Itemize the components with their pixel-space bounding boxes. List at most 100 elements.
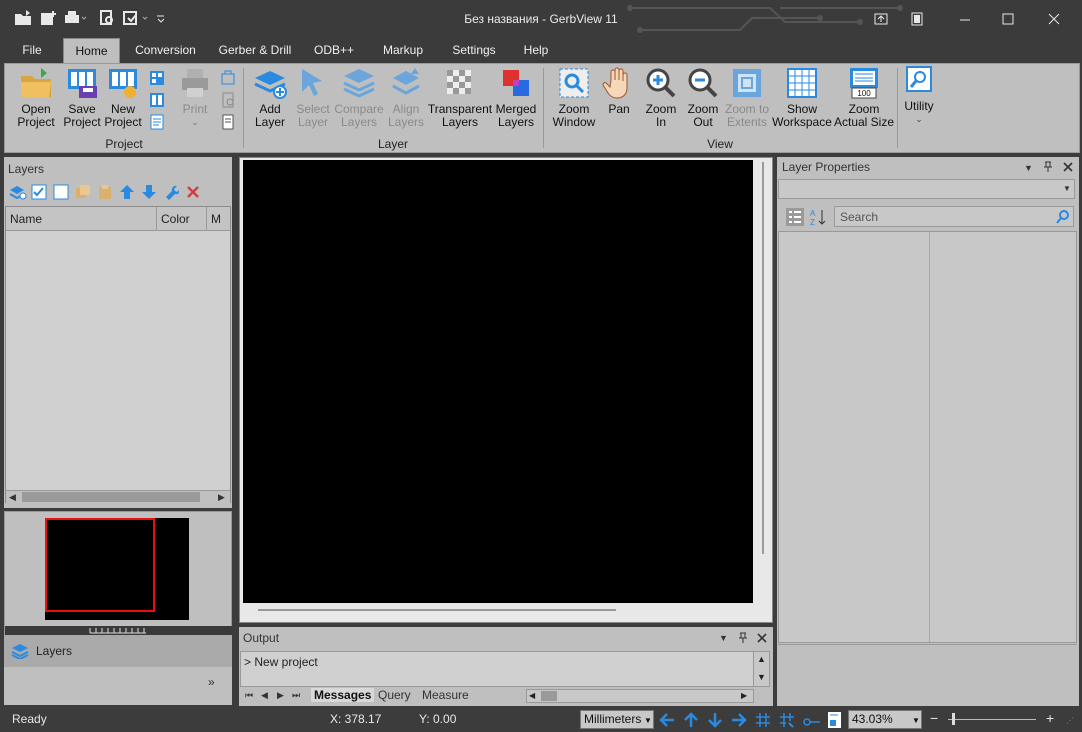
arrow-up-icon[interactable] [683,712,699,728]
scroll-right-icon[interactable]: ▶ [741,691,747,700]
units-select[interactable]: Millimeters ▼ [580,710,654,729]
zoom-to-extents-button[interactable]: Zoom to Extents [723,66,771,129]
expand-chevron-icon[interactable]: » [208,675,215,689]
scroll-thumb[interactable] [541,691,557,701]
page-setup-icon[interactable] [220,114,236,130]
utility-button[interactable]: Utility ⌄ [901,66,937,126]
minimize-icon[interactable] [950,8,980,30]
dropdown-icon[interactable]: ▼ [1024,163,1033,173]
scroll-down-icon[interactable]: ▼ [757,672,766,682]
tab-messages[interactable]: Messages [311,688,375,702]
tab-file[interactable]: File [12,38,52,63]
tab-query[interactable]: Query [378,688,411,702]
next-tab-icon[interactable]: ▶ [277,690,284,701]
pin-icon[interactable] [738,632,748,644]
tab-conversion[interactable]: Conversion [128,38,203,63]
tab-markup[interactable]: Markup [372,38,434,63]
check-all-icon[interactable] [31,184,47,200]
object-select[interactable]: ▼ [778,179,1075,199]
layer-info-icon[interactable] [149,92,165,108]
column-color[interactable]: Color [161,212,190,226]
snap-icon[interactable] [779,712,795,728]
scroll-thumb[interactable] [22,492,200,502]
page-icon[interactable] [827,711,843,729]
zoom-select[interactable]: 43.03% ▼ [848,710,922,729]
canvas-h-scrollbar[interactable] [258,609,616,611]
print-preview-icon[interactable] [220,92,236,108]
origin-icon[interactable] [803,712,821,728]
viewport-frame[interactable] [45,518,155,612]
close-icon[interactable] [1063,162,1073,172]
arrow-right-icon[interactable] [731,712,747,728]
layer-list-icon[interactable] [149,70,165,86]
maximize-icon[interactable] [993,8,1023,30]
print-button[interactable]: Print ⌄ [175,66,215,129]
pin-icon[interactable] [1043,161,1053,173]
output-v-scrollbar[interactable]: ▲ ▼ [753,651,770,687]
gerber-canvas[interactable] [243,160,753,603]
search-icon[interactable] [1055,209,1071,225]
first-tab-icon[interactable]: ⏮ [245,690,253,701]
wrench-icon[interactable] [163,184,179,200]
open-project-button[interactable]: Open Project [11,66,61,129]
resize-grip-icon[interactable]: ⋰ [1066,716,1074,725]
tab-measure[interactable]: Measure [422,688,469,702]
print-setup-icon[interactable] [220,70,236,86]
column-m[interactable]: M [211,212,221,226]
arrow-down-icon[interactable] [707,712,723,728]
restore-layout-icon[interactable] [866,8,896,30]
tab-home[interactable]: Home [63,38,120,63]
show-workspace-button[interactable]: Show Workspace [769,66,835,129]
zoom-out-icon[interactable]: − [930,710,938,726]
add-layer-icon[interactable] [9,184,27,200]
transparent-layers-button[interactable]: Transparent Layers [427,66,493,129]
document-list-icon[interactable] [149,114,165,130]
uncheck-all-icon[interactable] [53,184,69,200]
sort-az-icon[interactable]: AZ [809,208,827,226]
close-icon[interactable] [1039,8,1069,30]
layers-h-scrollbar[interactable]: ◀ ▶ [6,490,230,503]
scroll-right-icon[interactable]: ▶ [218,492,225,503]
close-icon[interactable] [757,633,767,643]
output-h-scrollbar[interactable]: ◀ ▶ [526,689,754,703]
canvas-v-scrollbar[interactable] [762,162,764,554]
merged-layers-button[interactable]: Merged Layers [493,66,539,129]
last-tab-icon[interactable]: ⏭ [292,690,300,701]
tab-help[interactable]: Help [513,38,559,63]
board-preview[interactable] [4,511,233,635]
categorized-icon[interactable] [786,208,804,226]
scroll-left-icon[interactable]: ◀ [9,492,16,503]
prev-tab-icon[interactable]: ◀ [261,690,268,701]
search-input[interactable]: Search [834,206,1074,227]
zoom-window-button[interactable]: Zoom Window [549,66,599,129]
align-layers-button[interactable]: Align Layers [385,66,427,129]
delete-icon[interactable] [185,184,201,200]
paste-layer-icon[interactable] [97,184,113,200]
tab-settings[interactable]: Settings [444,38,504,63]
zoom-in-icon[interactable]: + [1046,710,1054,726]
zoom-slider-thumb[interactable] [952,713,955,725]
zoom-in-button[interactable]: Zoom In [641,66,681,129]
ribbon-display-icon[interactable] [902,8,932,30]
move-down-icon[interactable] [141,184,157,200]
copy-layer-icon[interactable] [75,184,91,200]
dropdown-icon[interactable]: ▼ [719,633,728,643]
grid-toggle-icon[interactable] [755,712,771,728]
layers-tab[interactable]: Layers [4,635,232,667]
arrow-left-icon[interactable] [659,712,675,728]
move-up-icon[interactable] [119,184,135,200]
save-project-button[interactable]: Save Project [58,66,106,129]
zoom-out-button[interactable]: Zoom Out [683,66,723,129]
zoom-slider[interactable] [948,719,1036,720]
scroll-up-icon[interactable]: ▲ [757,654,766,664]
new-project-button[interactable]: New Project [102,66,144,129]
tab-gerber-drill[interactable]: Gerber & Drill [212,38,298,63]
tab-odb[interactable]: ODB++ [306,38,362,63]
add-layer-button[interactable]: Add Layer [248,66,292,129]
scroll-left-icon[interactable]: ◀ [529,691,535,700]
zoom-actual-size-button[interactable]: 100 Zoom Actual Size [833,66,895,129]
compare-layers-button[interactable]: Compare Layers [333,66,385,129]
pan-button[interactable]: Pan [601,66,637,116]
select-layer-button[interactable]: Select Layer [291,66,335,129]
column-name[interactable]: Name [10,212,42,226]
